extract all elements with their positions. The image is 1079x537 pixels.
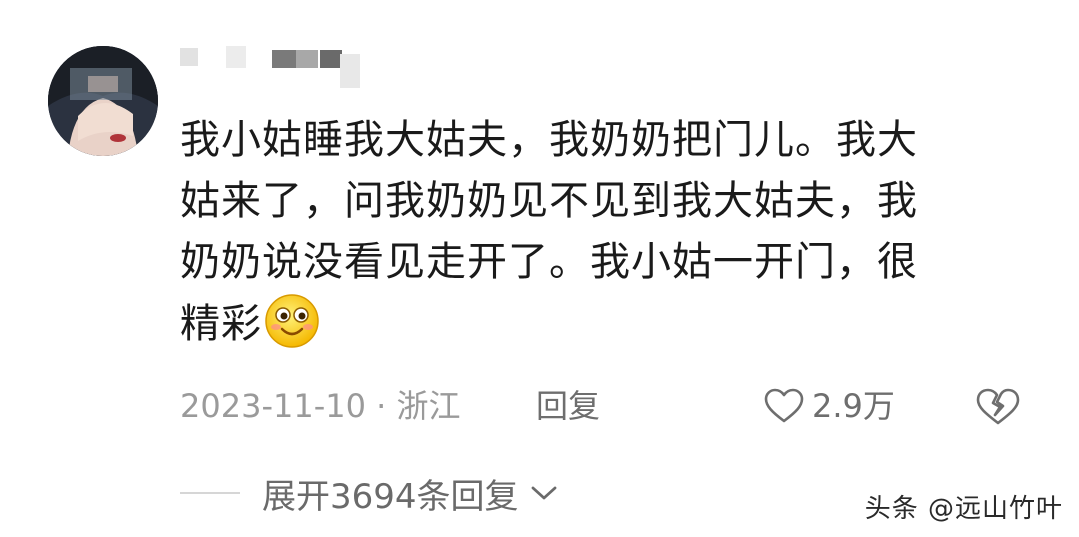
date-location: 2023-11-10 · 浙江: [180, 387, 461, 425]
comment-meta: 2023-11-10 · 浙江 回复 2.9万: [180, 384, 1040, 428]
smiling-face-emoji-icon: [264, 293, 320, 349]
username-blurred[interactable]: [180, 46, 380, 92]
avatar[interactable]: [48, 46, 158, 156]
comment-line: 奶奶说没看见走开了。我小姑一开门，很: [180, 239, 918, 285]
comment-line: 我小姑睡我大姑夫，我奶奶把门儿。我大: [180, 117, 918, 163]
chevron-down-icon: [531, 486, 556, 500]
reply-button[interactable]: 回复: [536, 384, 600, 428]
watermark: 头条 @远山竹叶: [864, 494, 1063, 524]
comment-text: 我小姑睡我大姑夫，我奶奶把门儿。我大 姑来了，问我奶奶见不见到我大姑夫，我 奶奶…: [180, 110, 1040, 355]
expand-divider: [180, 492, 240, 494]
broken-heart-icon: [976, 388, 1020, 425]
comment-line: 精彩: [180, 293, 1040, 355]
comment-line: 姑来了，问我奶奶见不见到我大姑夫，我: [180, 178, 918, 224]
expand-replies[interactable]: 展开3694条回复: [180, 470, 559, 517]
like-count: 2.9万: [812, 387, 895, 425]
heart-icon: [764, 388, 804, 423]
expand-replies-label: 展开3694条回复: [262, 476, 519, 517]
dislike-button[interactable]: [976, 388, 1020, 437]
comment-line-text: 精彩: [180, 301, 262, 347]
like-button[interactable]: 2.9万: [764, 384, 895, 428]
